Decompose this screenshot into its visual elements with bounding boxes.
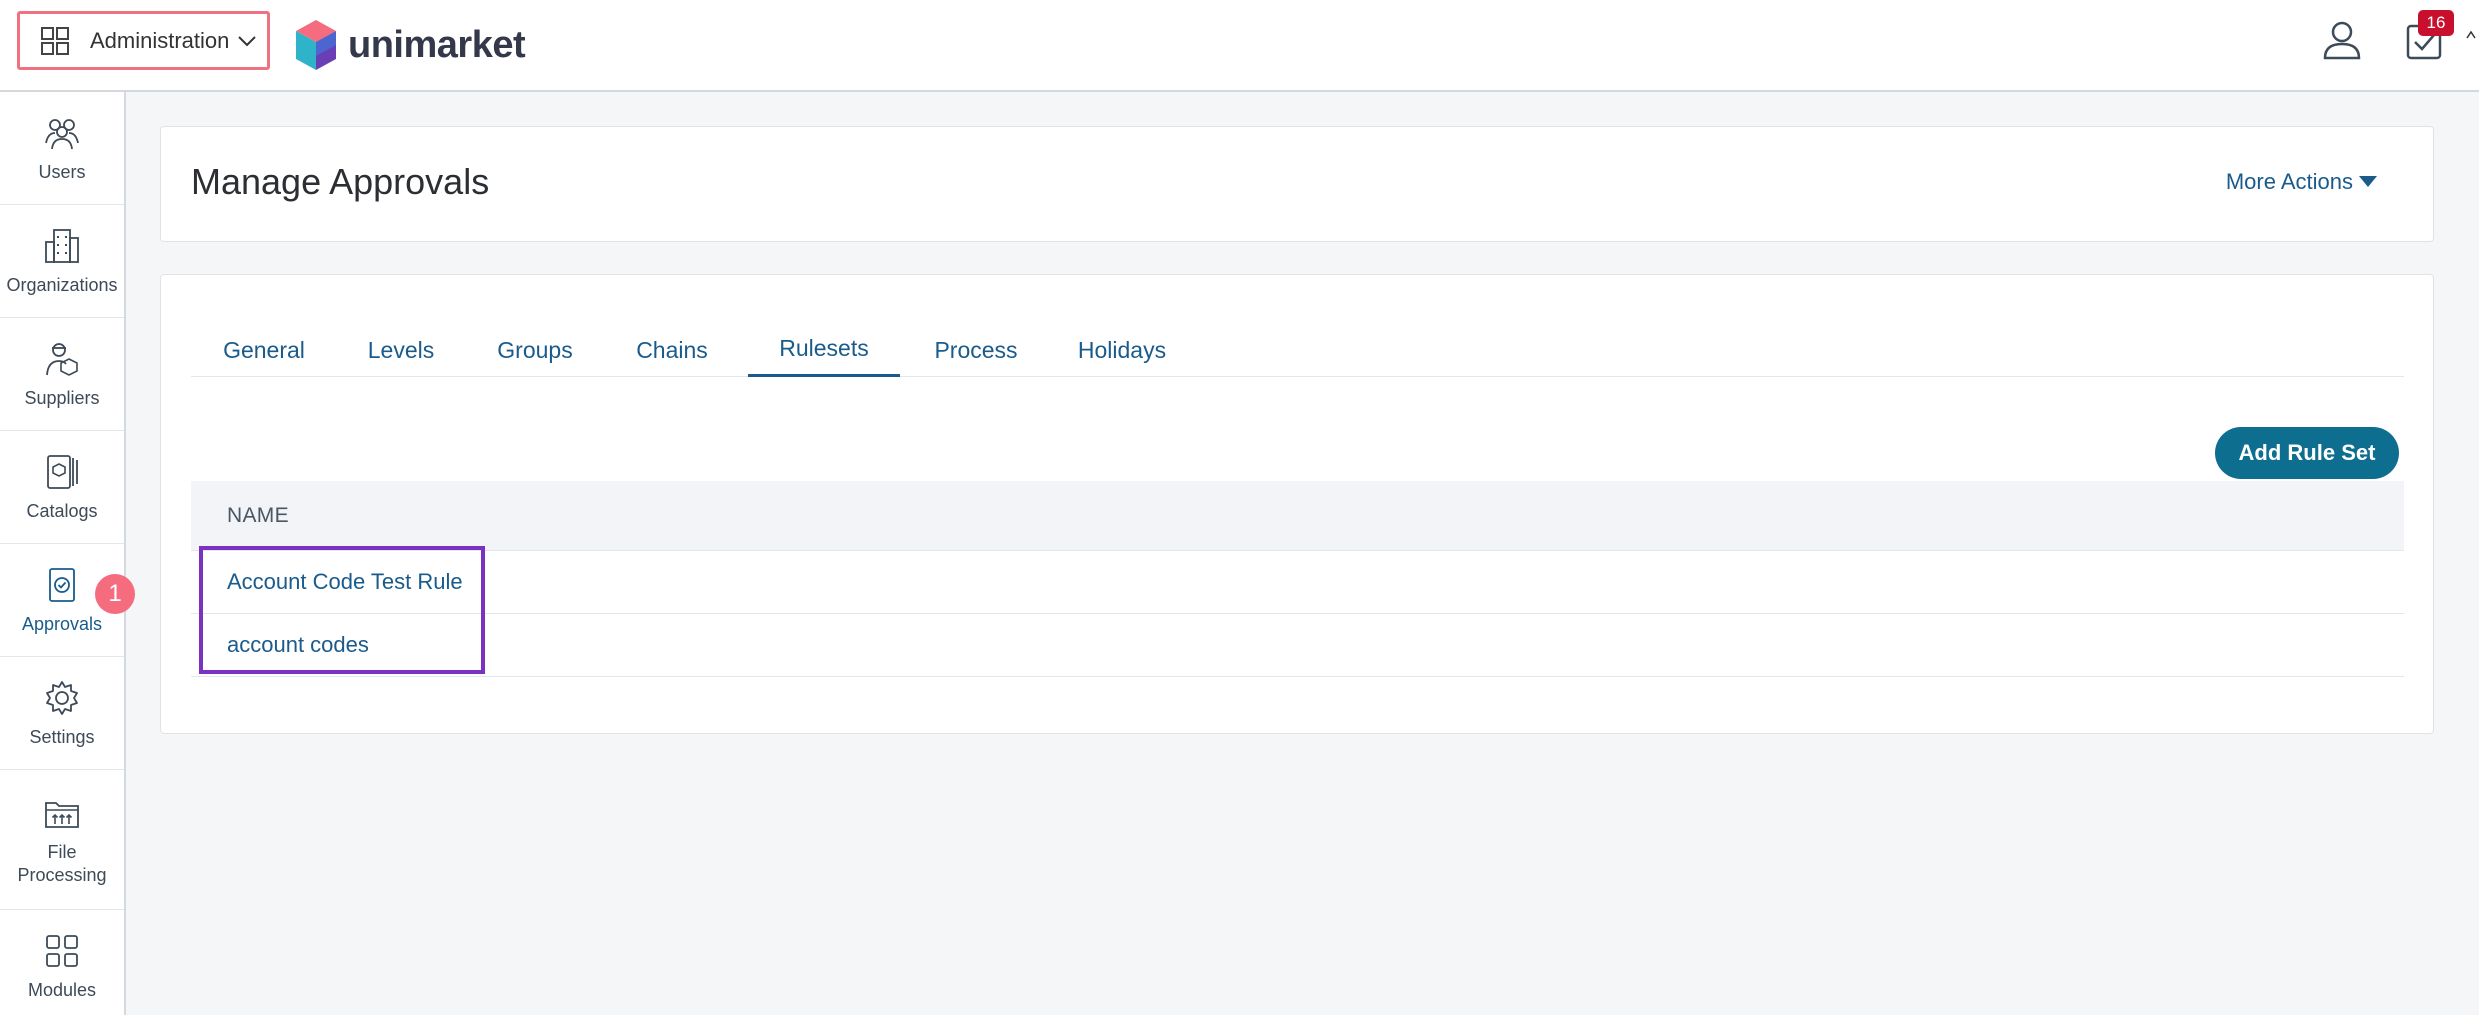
catalog-icon [47,454,78,489]
sidebar-item-suppliers[interactable]: Suppliers [0,318,124,431]
page-title: Manage Approvals [191,161,490,202]
unimarket-logo-icon [296,20,336,70]
brand-logo[interactable]: unimarket [292,18,526,72]
ruleset-link[interactable]: account codes [227,632,369,658]
user-profile-icon[interactable] [2320,18,2364,62]
add-rule-set-button[interactable]: Add Rule Set [2215,427,2399,479]
tab-holidays[interactable]: Holidays [1049,323,1195,377]
sidebar-item-catalogs[interactable]: Catalogs [0,431,124,544]
table-row: account codes [191,614,2404,677]
tab-groups[interactable]: Groups [465,323,605,377]
table-row: Account Code Test Rule [191,551,2404,614]
sidebar-item-label: Suppliers [24,387,100,408]
tab-label: Holidays [1077,336,1167,363]
sidebar: Users Organizations Suppliers Catalogs A… [0,92,126,1015]
tab-label: Process [934,336,1018,363]
tab-rulesets[interactable]: Rulesets [748,323,900,377]
table-header: NAME [191,481,2404,551]
app-switcher-button[interactable]: Administration [17,11,270,70]
corner-arrow-icon [2466,30,2476,39]
tab-general[interactable]: General [191,323,337,377]
tab-label: Rulesets [779,335,869,361]
sidebar-item-label: Modules [27,979,97,1000]
supplier-icon [46,342,78,376]
brand-name: unimarket [348,23,526,66]
tab-chains[interactable]: Chains [605,323,739,377]
sidebar-item-label: Approvals [21,613,103,634]
approval-tabs: General Levels Groups Chains Rulesets Pr… [191,323,2404,377]
more-actions-label: More Actions [2225,169,2353,194]
app-grid-icon [41,26,69,55]
sidebar-item-label: Settings [29,726,95,747]
ruleset-link[interactable]: Account Code Test Rule [227,569,463,595]
sidebar-item-file-processing[interactable]: File Processing [0,770,124,910]
tab-label: Groups [497,336,573,363]
tab-levels[interactable]: Levels [337,323,465,377]
sidebar-item-label: Catalogs [26,500,98,521]
page-header-card: Manage Approvals More Actions [160,126,2434,242]
app-switcher-label: Administration [90,27,230,53]
sidebar-item-organizations[interactable]: Organizations [0,205,124,318]
task-count-badge: 16 [2418,10,2454,36]
sidebar-item-settings[interactable]: Settings [0,657,124,770]
sidebar-item-users[interactable]: Users [0,92,124,205]
tab-label: Chains [636,336,708,363]
users-icon [45,118,79,149]
top-bar: Administration unimarket 16 [0,0,2479,92]
column-header-name[interactable]: NAME [227,504,289,528]
sidebar-item-label: Organizations [6,274,118,295]
rulesets-card: General Levels Groups Chains Rulesets Pr… [160,274,2434,734]
modules-grid-icon [46,934,78,967]
gear-icon [46,680,78,715]
sidebar-item-label: File Processing [17,841,107,885]
tab-process[interactable]: Process [903,323,1049,377]
rulesets-table: NAME Account Code Test Rule account code… [191,481,2404,677]
tab-label: Levels [367,336,435,363]
chevron-down-icon [238,35,257,46]
sidebar-item-label: Users [38,161,86,182]
approval-icon [49,567,75,602]
more-actions-dropdown[interactable]: More Actions [2226,169,2377,195]
caret-down-icon [2359,176,2377,187]
sidebar-item-modules[interactable]: Modules [0,910,124,1015]
folder-upload-icon [45,801,79,828]
tab-label: General [223,336,305,363]
building-icon [45,228,79,263]
step-badge-1: 1 [95,574,135,614]
